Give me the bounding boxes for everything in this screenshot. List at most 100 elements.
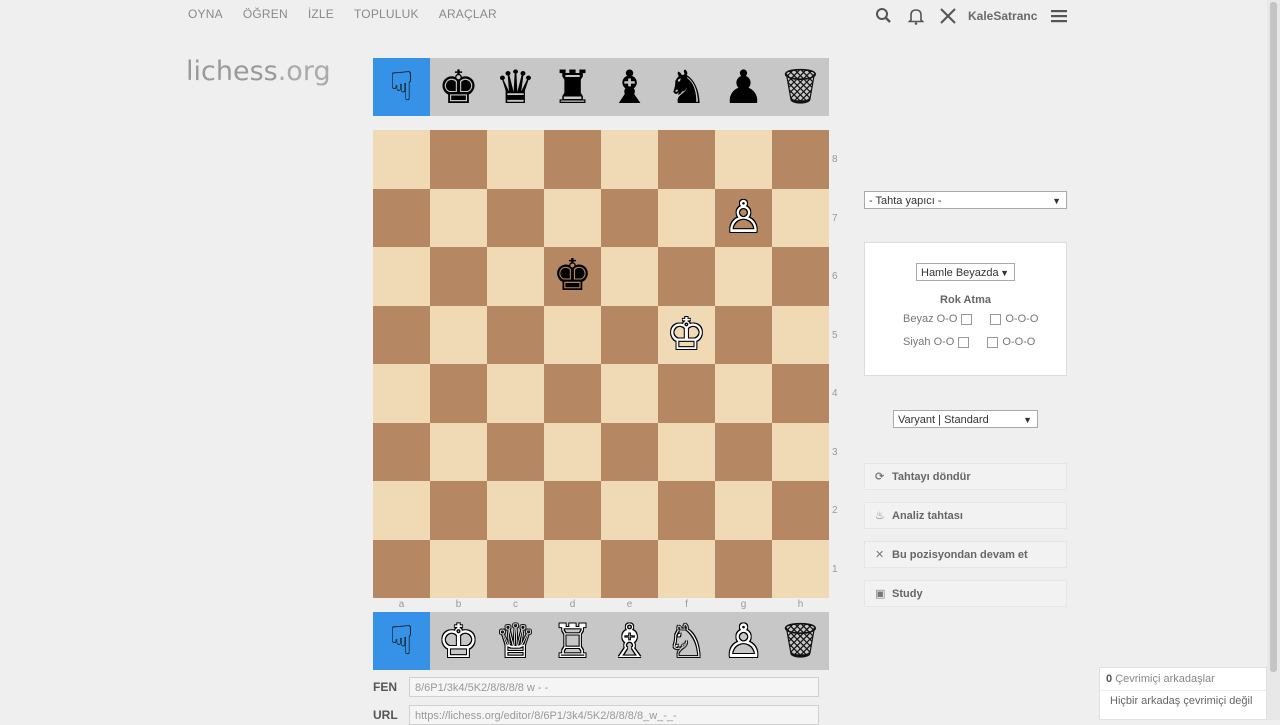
square-h1[interactable]: [772, 539, 829, 598]
square-h2[interactable]: [772, 481, 829, 540]
square-d3[interactable]: [544, 422, 601, 481]
square-a5[interactable]: [373, 305, 430, 364]
square-h4[interactable]: [772, 364, 829, 423]
square-b4[interactable]: [430, 364, 487, 423]
square-c8[interactable]: [487, 130, 544, 189]
square-g1[interactable]: [715, 539, 772, 598]
square-c7[interactable]: [487, 188, 544, 247]
square-g2[interactable]: [715, 481, 772, 540]
username[interactable]: KaleSatranc: [968, 9, 1037, 23]
spare-white-king[interactable]: ♔: [430, 612, 487, 670]
spare-black-knight[interactable]: ♞: [658, 58, 715, 116]
square-e7[interactable]: [601, 188, 658, 247]
analysis-board-button[interactable]: ♨ Analiz tahtası: [864, 502, 1067, 529]
square-d5[interactable]: [544, 305, 601, 364]
square-c1[interactable]: [487, 539, 544, 598]
square-f8[interactable]: [658, 130, 715, 189]
url-input[interactable]: https://lichess.org/editor/8/6P1/3k4/5K2…: [409, 705, 819, 725]
square-b6[interactable]: [430, 247, 487, 306]
square-d4[interactable]: [544, 364, 601, 423]
fen-input[interactable]: 8/6P1/3k4/5K2/8/8/8/8 w - -: [409, 677, 819, 697]
study-button[interactable]: ▣ Study: [864, 580, 1067, 607]
square-e1[interactable]: [601, 539, 658, 598]
square-h8[interactable]: [772, 130, 829, 189]
square-g4[interactable]: [715, 364, 772, 423]
square-c3[interactable]: [487, 422, 544, 481]
square-b8[interactable]: [430, 130, 487, 189]
square-c5[interactable]: [487, 305, 544, 364]
spare-black-bishop[interactable]: ♝: [601, 58, 658, 116]
square-f1[interactable]: [658, 539, 715, 598]
square-a8[interactable]: [373, 130, 430, 189]
square-c4[interactable]: [487, 364, 544, 423]
square-e6[interactable]: [601, 247, 658, 306]
square-d6[interactable]: ♚: [544, 247, 601, 306]
square-f4[interactable]: [658, 364, 715, 423]
nav-learn[interactable]: ÖĞREN: [243, 7, 288, 21]
square-e5[interactable]: [601, 305, 658, 364]
board-builder-select[interactable]: - Tahta yapıcı - ▼: [864, 191, 1067, 209]
square-a2[interactable]: [373, 481, 430, 540]
pointer-tool[interactable]: ☟: [373, 58, 430, 116]
flip-board-button[interactable]: ⟳ Tahtayı döndür: [864, 463, 1067, 490]
square-f5[interactable]: ♔: [658, 305, 715, 364]
spare-black-king[interactable]: ♚: [430, 58, 487, 116]
piece-f5[interactable]: ♔: [667, 312, 706, 357]
piece-g7[interactable]: ♙: [724, 195, 763, 240]
spare-white-knight[interactable]: ♘: [658, 612, 715, 670]
square-b3[interactable]: [430, 422, 487, 481]
continue-from-here-button[interactable]: ✕ Bu pozisyondan devam et: [864, 541, 1067, 568]
square-g5[interactable]: [715, 305, 772, 364]
square-e8[interactable]: [601, 130, 658, 189]
trash-tool[interactable]: 🗑: [772, 58, 829, 116]
black-oo-checkbox[interactable]: [958, 336, 970, 348]
square-h6[interactable]: [772, 247, 829, 306]
square-h3[interactable]: [772, 422, 829, 481]
square-c6[interactable]: [487, 247, 544, 306]
square-e3[interactable]: [601, 422, 658, 481]
site-logo[interactable]: lichess.org: [186, 56, 331, 87]
spare-black-queen[interactable]: ♛: [487, 58, 544, 116]
square-f7[interactable]: [658, 188, 715, 247]
square-c2[interactable]: [487, 481, 544, 540]
online-friends-header[interactable]: 0 Çevrimiçi arkadaşlar: [1100, 668, 1266, 691]
page-scrollbar[interactable]: [1267, 0, 1280, 720]
square-a6[interactable]: [373, 247, 430, 306]
square-g3[interactable]: [715, 422, 772, 481]
square-d7[interactable]: [544, 188, 601, 247]
chess-board[interactable]: ♙ ♚ ♔: [373, 130, 829, 598]
square-g7[interactable]: ♙: [715, 188, 772, 247]
bell-icon[interactable]: [906, 6, 926, 26]
piece-d6[interactable]: ♚: [553, 254, 592, 298]
nav-community[interactable]: TOPLULUK: [354, 7, 419, 21]
square-f6[interactable]: [658, 247, 715, 306]
square-a4[interactable]: [373, 364, 430, 423]
square-d1[interactable]: [544, 539, 601, 598]
spare-white-pawn[interactable]: ♙: [715, 612, 772, 670]
square-g6[interactable]: [715, 247, 772, 306]
square-b5[interactable]: [430, 305, 487, 364]
spare-white-bishop[interactable]: ♗: [601, 612, 658, 670]
square-a3[interactable]: [373, 422, 430, 481]
square-b7[interactable]: [430, 188, 487, 247]
square-e2[interactable]: [601, 481, 658, 540]
square-a7[interactable]: [373, 188, 430, 247]
black-ooo-checkbox[interactable]: [987, 336, 999, 348]
menu-icon[interactable]: [1049, 6, 1069, 26]
square-f2[interactable]: [658, 481, 715, 540]
pointer-tool-bottom[interactable]: ☟: [373, 612, 430, 670]
square-b1[interactable]: [430, 539, 487, 598]
square-e4[interactable]: [601, 364, 658, 423]
nav-play[interactable]: OYNA: [188, 7, 223, 21]
white-ooo-checkbox[interactable]: [990, 313, 1002, 325]
spare-white-queen[interactable]: ♕: [487, 612, 544, 670]
square-h7[interactable]: [772, 188, 829, 247]
spare-black-pawn[interactable]: ♟: [715, 58, 772, 116]
square-f3[interactable]: [658, 422, 715, 481]
trash-tool-bottom[interactable]: 🗑: [772, 612, 829, 670]
nav-watch[interactable]: İZLE: [308, 7, 334, 21]
square-b2[interactable]: [430, 481, 487, 540]
search-icon[interactable]: [874, 6, 894, 26]
crossed-swords-icon[interactable]: [938, 6, 958, 26]
spare-white-rook[interactable]: ♖: [544, 612, 601, 670]
